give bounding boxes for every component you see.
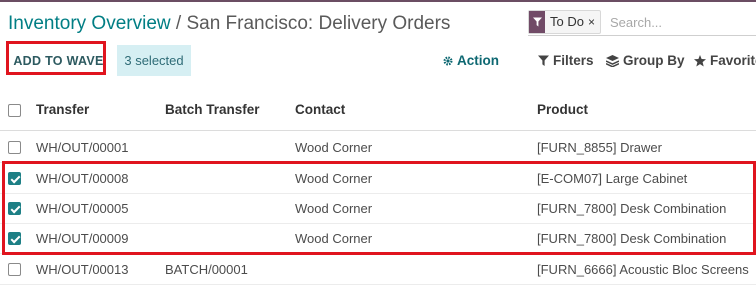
table-header: Transfer Batch Transfer Contact Product — [0, 89, 756, 131]
group-by-label: Group By — [623, 53, 685, 68]
cell-transfer: WH/OUT/00013 — [36, 262, 129, 277]
table-row[interactable]: WH/OUT/00005 Wood Corner [FURN_7800] Desk … — [0, 193, 756, 224]
table-row[interactable]: WH/OUT/00008 Wood Corner [E-COM07] Large C… — [0, 163, 756, 194]
column-header-contact[interactable]: Contact — [295, 102, 345, 117]
cell-product: [E-COM07] Large Cabinet — [537, 171, 688, 186]
row-checkbox[interactable] — [8, 141, 21, 154]
star-icon — [694, 54, 706, 66]
filter-icon — [538, 55, 549, 66]
cell-batch-transfer: BATCH/00001 — [165, 262, 248, 277]
breadcrumb: Inventory Overview / San Francisco: Deli… — [8, 13, 450, 35]
favorites-button[interactable]: Favorites — [694, 53, 756, 68]
facet-label: To Do — [550, 14, 584, 29]
filter-icon — [529, 11, 545, 33]
cell-contact: Wood Corner — [295, 231, 373, 246]
row-checkbox[interactable] — [8, 202, 21, 215]
breadcrumb-separator: / — [170, 13, 187, 34]
row-checkbox[interactable] — [8, 172, 21, 185]
cell-contact: Wood Corner — [295, 201, 373, 216]
table-row[interactable]: WH/OUT/00013 BATCH/00001 [FURN_6666] Acous… — [0, 254, 756, 285]
cell-transfer: WH/OUT/00005 — [36, 201, 129, 216]
highlight-add-to-wave — [6, 41, 106, 75]
cell-contact: Wood Corner — [295, 171, 373, 186]
breadcrumb-parent-link[interactable]: Inventory Overview — [8, 13, 171, 34]
facet-remove-icon[interactable]: × — [588, 11, 600, 33]
table-row[interactable]: WH/OUT/00009 Wood Corner [FURN_7800] Desk … — [0, 223, 756, 254]
cell-product: [FURN_8855] Drawer — [537, 140, 662, 155]
row-checkbox[interactable] — [8, 263, 21, 276]
column-header-batch-transfer[interactable]: Batch Transfer — [165, 102, 260, 117]
cell-transfer: WH/OUT/00008 — [36, 171, 129, 186]
cell-product: [FURN_7800] Desk Combination — [537, 231, 727, 246]
search-facet-todo: To Do × — [528, 10, 601, 34]
select-all-checkbox[interactable] — [8, 104, 21, 117]
search-input[interactable] — [608, 11, 752, 33]
cell-transfer: WH/OUT/00009 — [36, 231, 129, 246]
action-menu-button[interactable]: Action — [443, 53, 499, 68]
top-strip — [0, 0, 756, 2]
group-by-button[interactable]: Group By — [606, 53, 685, 68]
row-checkbox[interactable] — [8, 232, 21, 245]
layers-icon — [606, 54, 619, 67]
favorites-label: Favorites — [710, 53, 756, 68]
cell-transfer: WH/OUT/00001 — [36, 140, 129, 155]
filters-label: Filters — [553, 53, 594, 68]
gear-icon — [443, 55, 453, 66]
search-bar: To Do × — [528, 9, 756, 36]
cell-product: [FURN_7800] Desk Combination — [537, 201, 727, 216]
table-row[interactable]: WH/OUT/00001 Wood Corner [FURN_8855] Drawe… — [0, 132, 756, 163]
selected-count-badge: 3 selected — [117, 45, 191, 76]
action-label: Action — [457, 53, 499, 68]
page-title: San Francisco: Delivery Orders — [186, 13, 451, 34]
filters-button[interactable]: Filters — [538, 53, 594, 68]
cell-contact: Wood Corner — [295, 140, 373, 155]
cell-product: [FURN_6666] Acoustic Bloc Screens — [537, 262, 749, 277]
column-header-transfer[interactable]: Transfer — [36, 102, 89, 117]
column-header-product[interactable]: Product — [537, 102, 588, 117]
